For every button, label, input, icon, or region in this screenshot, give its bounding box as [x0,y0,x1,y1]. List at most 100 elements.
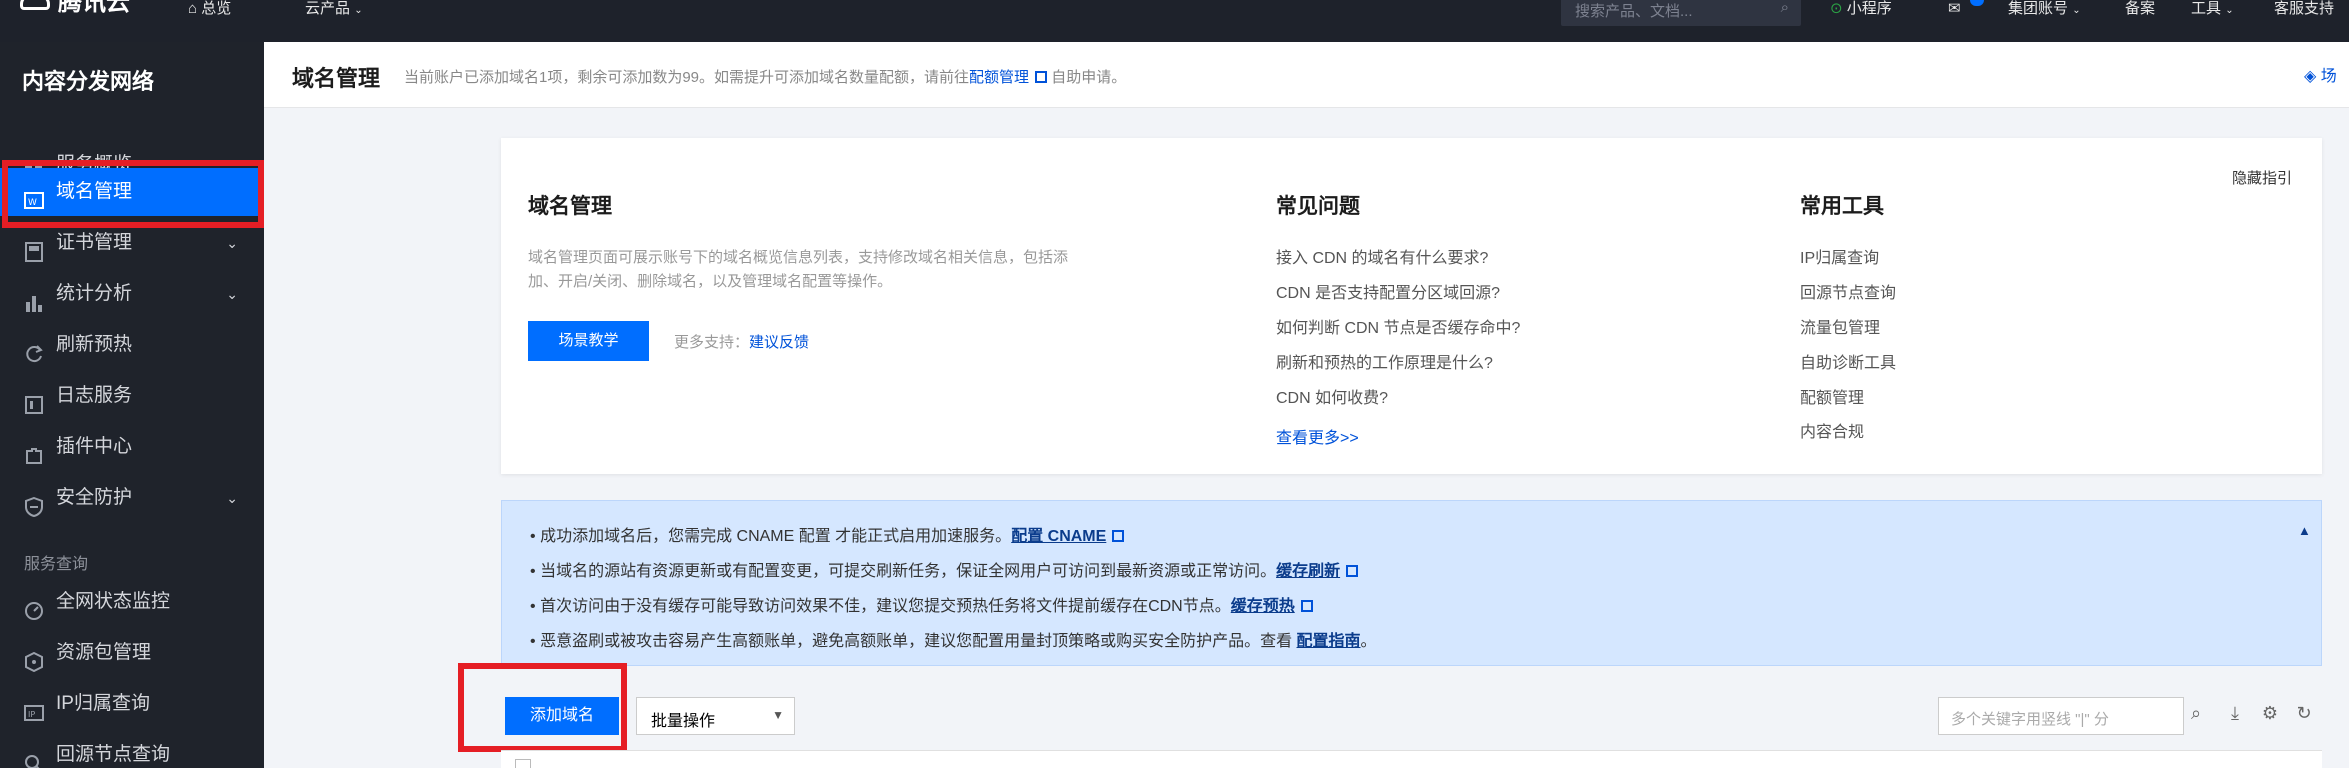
external-link-icon [1346,565,1359,577]
search-icon[interactable]: ⌕ [1781,0,1789,16]
quota-notice-suffix: 自助申请。 [1051,69,1127,86]
more-support-label: 更多支持： [674,334,750,351]
faq-more-link[interactable]: 查看更多>> [1276,424,1359,448]
sidebar-item-label: 插件中心 [56,436,133,457]
sidebar-item-resource-packages[interactable]: 资源包管理 [0,629,264,677]
filter-placeholder: 多个关键字用竖线 "|" 分 [1951,711,2109,728]
tool-link[interactable]: 配额管理 [1800,384,1864,408]
info-panel: • 成功添加域名后，您需完成 CNAME 配置 才能正式启用加速服务。配置 CN… [501,500,2322,666]
feedback-link[interactable]: 建议反馈 [749,334,809,351]
faq-link[interactable]: 如何判断 CDN 节点是否缓存命中? [1276,314,1520,338]
tutorial-button[interactable]: 场景教学 [528,321,649,361]
sidebar-item-label: 统计分析 [56,283,133,304]
tool-link[interactable]: 自助诊断工具 [1800,349,1896,373]
chart-icon [24,284,44,312]
chevron-down-icon: ⌄ [354,5,363,16]
sidebar-item-network-monitor[interactable]: 全网状态监控 [0,578,264,626]
quota-management-link[interactable]: 配额管理 [969,69,1029,86]
tool-link[interactable]: 回源节点查询 [1800,279,1896,303]
scene-guide-link[interactable]: ◈ 场 [2304,62,2337,86]
notification-badge [1970,0,1984,6]
global-search-input[interactable]: 搜索产品、文档... ⌕ [1561,0,1801,26]
sidebar-item-refresh[interactable]: 刷新预热 [0,321,264,369]
configuration-guide-link[interactable]: 配置指南 [1297,633,1361,650]
sidebar-item-security[interactable]: 安全防护 ⌄ [0,474,264,522]
cache-refresh-link[interactable]: 缓存刷新 [1276,563,1340,580]
chevron-down-icon: ⌄ [226,235,238,251]
overview-label: 总览 [201,0,232,17]
settings-icon[interactable]: ⚙ [2258,703,2282,727]
sidebar-item-certificate[interactable]: 证书管理 ⌄ [0,219,264,267]
filing-link[interactable]: 备案 [2125,0,2155,20]
chevron-down-icon: ⌄ [2072,5,2081,16]
sidebar-item-origin-node-lookup[interactable]: 回源节点查询 [0,731,264,768]
support-link[interactable]: 客服支持 [2274,0,2334,20]
sidebar-item-label: 全网状态监控 [56,591,171,612]
products-menu[interactable]: 云产品 ⌄ [305,0,363,20]
download-icon[interactable]: ⤓ [2223,703,2247,727]
sidebar-item-label: 资源包管理 [56,642,152,663]
quota-notice-text: 当前账户已添加域名1项，剩余可添加数为99。如需提升可添加域名数量配额，请前往 [404,69,970,86]
cloud-logo-icon [20,0,50,10]
group-account-menu[interactable]: 集团账号 ⌄ [2008,0,2081,20]
tencent-cloud-logo[interactable]: 腾讯云 [20,0,130,16]
collapse-icon[interactable]: ▲ [2298,523,2311,538]
faq-link[interactable]: CDN 是否支持配置分区域回源? [1276,279,1500,303]
plugin-icon [24,437,44,464]
tool-link[interactable]: IP归属查询 [1800,244,1879,268]
info-text: 首次访问由于没有缓存可能导致访问效果不佳，建议您提交预热任务将文件提前缓存在CD… [540,598,1231,615]
home-icon: ⌂ [188,0,198,17]
chevron-down-icon: ⌄ [2225,5,2234,16]
tools-menu[interactable]: 工具 ⌄ [2191,0,2234,20]
refresh-icon [24,335,44,363]
search-icon[interactable]: ⌕ [2184,703,2208,727]
bullet: • [530,563,536,580]
refresh-icon[interactable]: ↻ [2292,703,2316,727]
certificate-icon [24,233,44,262]
info-item: • 恶意盗刷或被攻击容易产生高额账单，避免高额账单，建议您配置用量封顶策略或购买… [530,627,1377,651]
mail-icon[interactable]: ✉ [1948,0,1961,20]
log-icon [24,386,44,414]
faq-link[interactable]: CDN 如何收费? [1276,384,1388,408]
select-all-checkbox[interactable] [515,759,531,768]
sidebar-section-label: 服务查询 [24,556,89,573]
monitor-icon [24,592,44,620]
info-item: • 成功添加域名后，您需完成 CNAME 配置 才能正式启用加速服务。配置 CN… [530,522,1125,546]
sidebar-item-plugins[interactable]: 插件中心 [0,423,264,471]
tools-label: 工具 [2191,0,2222,17]
highlight-box-add-domain [458,663,627,752]
external-link-icon [1300,600,1313,612]
info-item: • 当域名的源站有资源更新或有配置变更，可提交刷新任务，保证全网用户可访问到最新… [530,557,1359,581]
cache-prefetch-link[interactable]: 缓存预热 [1231,598,1295,615]
sidebar-item-logs[interactable]: 日志服务 [0,372,264,420]
search-node-icon [24,745,44,768]
overview-link[interactable]: ⌂ 总览 [188,0,231,20]
tool-link[interactable]: 流量包管理 [1800,314,1880,338]
package-icon [24,643,44,673]
batch-operations-select[interactable]: 批量操作 ▼ [636,697,795,735]
more-support: 更多支持：建议反馈 [674,331,809,352]
guide-description: 域名管理页面可展示账号下的域名概览信息列表，支持修改域名相关信息，包括添加、开启… [528,249,1069,290]
info-text: 恶意盗刷或被攻击容易产生高额账单，避免高额账单，建议您配置用量封顶策略或购买安全… [540,633,1297,650]
batch-operations-label: 批量操作 [651,713,716,730]
sidebar-item-label: 证书管理 [56,232,133,253]
sidebar-item-statistics[interactable]: 统计分析 ⌄ [0,270,264,318]
keyword-filter-input[interactable]: 多个关键字用竖线 "|" 分 [1938,697,2184,735]
sidebar-item-ip-lookup[interactable]: IP IP归属查询 [0,680,264,728]
info-text: 成功添加域名后，您需完成 CNAME 配置 才能正式启用加速服务。 [540,528,1012,545]
brand-name: 腾讯云 [58,0,130,16]
mini-program-link[interactable]: ⊙ 小程序 [1830,0,1892,20]
external-link-icon [1112,530,1125,542]
chevron-down-icon: ⌄ [226,490,238,506]
highlight-box-sidebar [2,160,264,228]
scene-guide-label: 场 [2320,68,2337,85]
faq-link[interactable]: 刷新和预热的工作原理是什么? [1276,349,1493,373]
tool-link[interactable]: 内容合规 [1800,418,1864,442]
configure-cname-link[interactable]: 配置 CNAME [1011,528,1106,545]
svg-text:IP: IP [28,710,35,719]
faq-link[interactable]: 接入 CDN 的域名有什么要求? [1276,244,1488,268]
sidebar-item-label: 刷新预热 [56,334,133,355]
mini-program-icon: ⊙ [1830,0,1843,17]
hide-guide-link[interactable]: 隐藏指引 [2232,167,2292,188]
ip-icon: IP [24,694,44,721]
